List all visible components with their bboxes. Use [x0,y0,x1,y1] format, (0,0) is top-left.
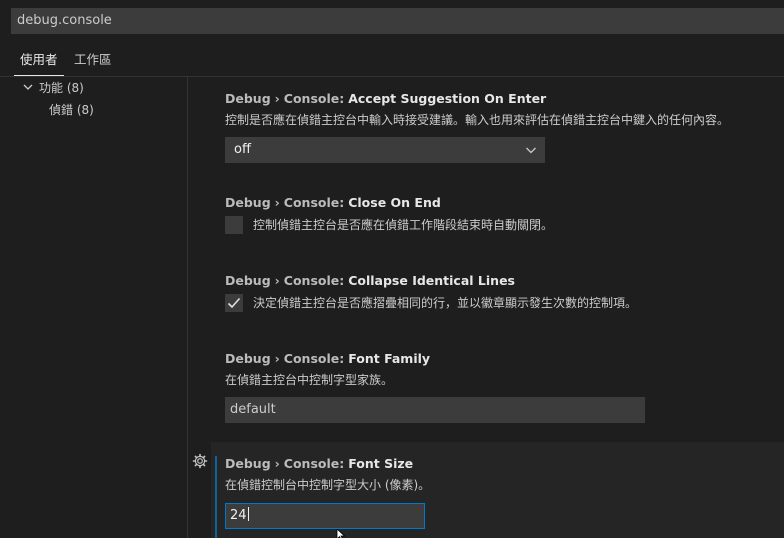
collapse-identical-lines-checkbox[interactable] [225,294,243,312]
setting-name: Font Family [348,351,431,366]
setting-separator: › [274,195,280,210]
checkbox-row: 控制偵錯主控台是否應在偵錯工作階段結束時自動關閉。 [225,216,553,234]
setting-separator: › [274,456,280,471]
setting-name: Accept Suggestion On Enter [348,91,547,106]
setting-title: Debug › Console: Font Family [225,351,430,367]
setting-name: Font Size [348,456,414,471]
setting-category: Debug [225,351,271,366]
accept-suggestion-dropdown[interactable]: off [225,137,545,163]
setting-description: 決定偵錯主控台是否應摺疊相同的行，並以徽章顯示發生次數的控制項。 [253,296,638,310]
font-family-input[interactable]: default [225,397,645,423]
setting-category: Debug [225,273,271,288]
setting-accept-suggestion-on-enter: Debug › Console: Accept Suggestion On En… [225,91,730,163]
font-size-input[interactable]: 24 [225,503,425,529]
setting-category: Debug [225,195,271,210]
toc-divider [187,77,188,538]
setting-title: Debug › Console: Collapse Identical Line… [225,273,637,289]
toc-item-label: 功能 (8) [39,81,84,95]
chevron-down-icon [526,147,536,154]
setting-subcategory: Console: [283,273,345,288]
toc-item-debug[interactable]: 偵錯 (8) [49,101,94,119]
close-on-end-checkbox[interactable] [225,216,243,234]
setting-subcategory: Console: [283,351,345,366]
setting-category: Debug [225,456,271,471]
dropdown-value: off [234,142,251,157]
setting-title: Debug › Console: Font Size [225,456,430,472]
tab-user[interactable]: 使用者 [14,50,64,76]
mouse-cursor-icon [336,529,346,538]
chevron-down-icon [23,84,33,90]
setting-separator: › [274,351,280,366]
setting-font-family: Debug › Console: Font Family 在偵錯主控台中控制字型… [225,351,645,423]
tab-workspace[interactable]: 工作區 [68,50,118,76]
check-icon [227,297,241,309]
setting-close-on-end: Debug › Console: Close On End 控制偵錯主控台是否應… [225,195,553,234]
settings-editor: debug.console 使用者 工作區 功能 (8) 偵錯 (8) Debu… [0,0,784,538]
setting-font-size: Debug › Console: Font Size 在偵錯控制台中控制字型大小… [225,456,431,529]
setting-separator: › [274,91,280,106]
gear-icon[interactable] [192,453,208,469]
focused-setting-indicator [215,456,217,538]
toc-item-label: 偵錯 (8) [49,103,94,117]
setting-collapse-identical-lines: Debug › Console: Collapse Identical Line… [225,273,637,312]
setting-category: Debug [225,91,271,106]
text-caret [247,507,249,521]
setting-description: 控制是否應在偵錯主控台中輸入時接受建議。輸入也用來評估在偵錯主控台中鍵入的任何內… [225,113,730,127]
setting-subcategory: Console: [283,456,345,471]
setting-subcategory: Console: [283,195,345,210]
setting-description: 在偵錯控制台中控制字型大小 (像素)。 [225,478,431,492]
toc-item-features[interactable]: 功能 (8) [22,79,84,97]
input-value: 24 [230,508,247,523]
table-of-contents [0,77,187,538]
setting-name: Collapse Identical Lines [348,273,515,288]
setting-separator: › [274,273,280,288]
checkbox-row: 決定偵錯主控台是否應摺疊相同的行，並以徽章顯示發生次數的控制項。 [225,294,637,312]
setting-description: 在偵錯主控台中控制字型家族。 [225,373,394,387]
setting-subcategory: Console: [283,91,345,106]
setting-title: Debug › Console: Close On End [225,195,553,211]
setting-title: Debug › Console: Accept Suggestion On En… [225,91,729,107]
setting-description: 控制偵錯主控台是否應在偵錯工作階段結束時自動關閉。 [253,218,554,232]
settings-search-input[interactable]: debug.console [11,8,784,34]
setting-name: Close On End [348,195,441,210]
